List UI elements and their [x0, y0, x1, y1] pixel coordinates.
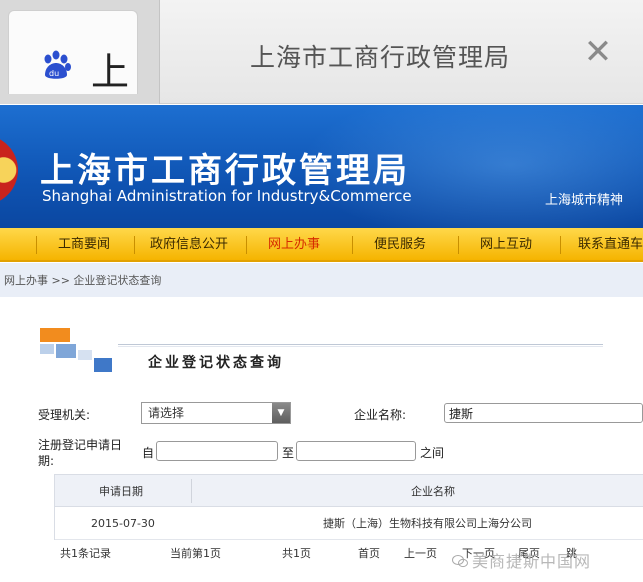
nav-item-public-services[interactable]: 便民服务 [374, 228, 426, 262]
svg-text:du: du [49, 69, 59, 78]
nav-item-gov-info[interactable]: 政府信息公开 [150, 228, 228, 262]
pager-first-link[interactable]: 首页 [358, 545, 380, 561]
column-header-company: 企业名称 [411, 485, 455, 498]
breadcrumb: 网上办事 >> 企业登记状态查询 [0, 263, 643, 297]
date-label-line2: 期: [38, 454, 55, 468]
nav-item-online-services[interactable]: 网上办事 [268, 228, 320, 262]
wechat-icon [452, 555, 468, 568]
site-banner: 上海市工商行政管理局 Shanghai Administration for I… [0, 105, 643, 228]
section-rule [118, 344, 603, 345]
date-to-input[interactable] [296, 441, 416, 461]
results-table: 申请日期 企业名称 2015-07-30 捷斯（上海）生物科技有限公司上海分公司 [54, 474, 643, 540]
pager-pages: 共1页 [282, 547, 311, 560]
pager-prev-link[interactable]: 上一页 [404, 545, 437, 561]
tab-title-partial: 上 [91, 50, 130, 94]
nav-item-news[interactable]: 工商要闻 [58, 228, 110, 262]
section-decoration-icon [40, 328, 112, 372]
close-icon[interactable]: ✕ [578, 32, 618, 72]
pager-current: 当前第1页 [170, 547, 221, 560]
nav-item-contact[interactable]: 联系直通车 [578, 228, 643, 262]
date-between-label: 之间 [420, 446, 445, 460]
national-emblem-icon [0, 135, 18, 205]
nav-separator [458, 236, 459, 254]
company-name-input[interactable] [444, 403, 643, 423]
column-header-date: 申请日期 [99, 485, 143, 498]
site-title: 上海市工商行政管理局 [40, 151, 410, 191]
agency-select-value: 请选择 [148, 406, 185, 420]
date-to-label: 至 [282, 446, 295, 460]
nav-separator [352, 236, 353, 254]
nav-separator [560, 236, 561, 254]
agency-label: 受理机关: [38, 408, 91, 422]
nav-separator [246, 236, 247, 254]
browser-chrome: du 上 上海市工商行政管理局 ✕ [0, 0, 643, 104]
company-name-label: 企业名称: [354, 408, 407, 422]
nav-item-interaction[interactable]: 网上互动 [480, 228, 532, 262]
site-slogan: 上海城市精神 [545, 193, 624, 208]
date-from-input[interactable] [156, 441, 278, 461]
tab-strip: du 上 [0, 0, 160, 104]
date-from-label: 自 [142, 446, 155, 460]
chevron-down-icon[interactable]: ▼ [272, 403, 290, 423]
nav-separator [134, 236, 135, 254]
page-heading: 上海市工商行政管理局 [249, 43, 510, 72]
pager-total: 共1条记录 [60, 547, 111, 560]
date-label-line1: 注册登记申请日 [38, 438, 123, 452]
table-row[interactable]: 2015-07-30 捷斯（上海）生物科技有限公司上海分公司 [55, 507, 643, 540]
watermark-text: 美商捷斯中国网 [472, 552, 592, 571]
row-date: 2015-07-30 [91, 517, 155, 530]
section-title: 企业登记状态查询 [148, 355, 284, 371]
agency-select[interactable]: 请选择 ▼ [141, 402, 291, 424]
baidu-paw-icon: du [44, 50, 71, 79]
nav-separator [36, 236, 37, 254]
section-rule [118, 346, 603, 347]
site-subtitle: Shanghai Administration for Industry&Com… [42, 187, 412, 205]
browser-tab[interactable]: du 上 [8, 10, 138, 94]
main-nav: 工商要闻 政府信息公开 网上办事 便民服务 网上互动 联系直通车 [0, 228, 643, 262]
row-company-name[interactable]: 捷斯（上海）生物科技有限公司上海分公司 [323, 507, 532, 539]
table-header: 申请日期 企业名称 [55, 474, 643, 507]
column-separator [191, 479, 192, 503]
